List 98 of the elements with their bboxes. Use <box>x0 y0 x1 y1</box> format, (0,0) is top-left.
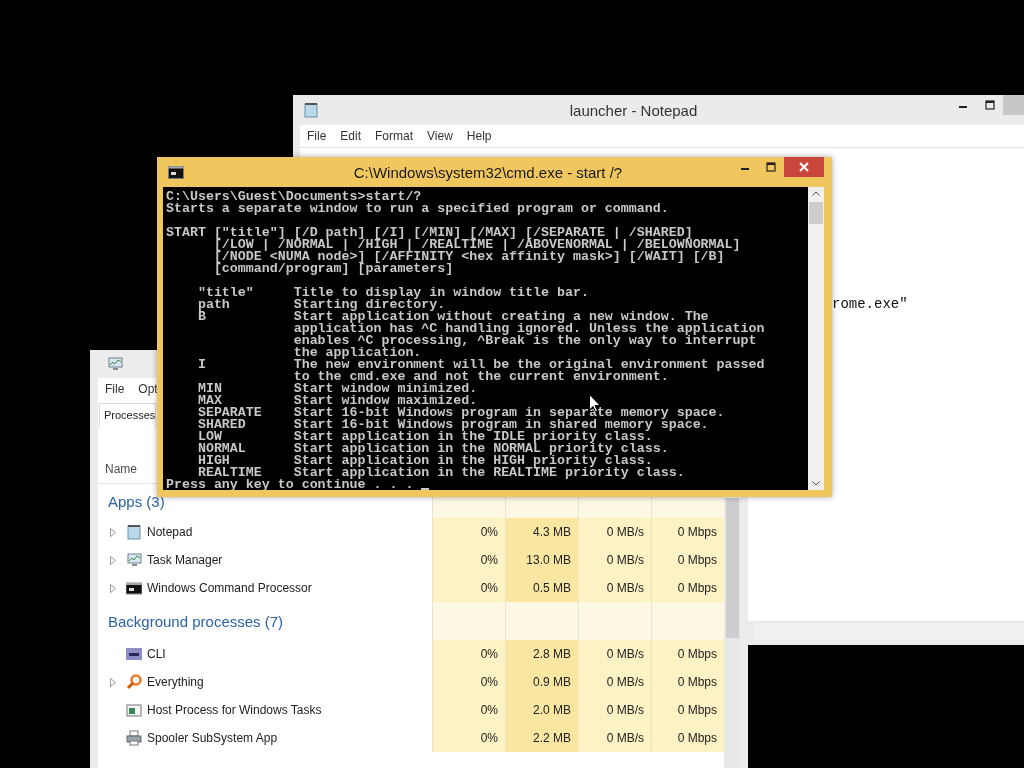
console-icon <box>126 580 142 596</box>
text-cursor-icon <box>421 488 430 490</box>
console-line: SHARED Start 16-bit Windows program in shared memory space. <box>196 419 709 431</box>
table-cell: 0 Mbps <box>651 574 724 602</box>
window-icon <box>126 702 142 718</box>
table-cell: 0 MB/s <box>578 518 651 546</box>
table-cell: 0 Mbps <box>651 546 724 574</box>
console-line: I The new environment will be the original environment passed <box>196 359 765 371</box>
tab[interactable]: Processes <box>99 403 157 427</box>
table-cell: 13.0 MB <box>505 546 578 574</box>
scrollbar-thumb[interactable] <box>726 498 739 638</box>
table-cell: 2.2 MB <box>505 724 578 752</box>
table-cell: 0 Mbps <box>651 668 724 696</box>
maximize-icon <box>984 100 995 110</box>
console-line: path Starting directory. <box>196 299 446 311</box>
table-cell: 2.0 MB <box>505 696 578 724</box>
menu-item[interactable]: Opt <box>138 382 158 396</box>
console-line: C:\Users\Guest\Documents>start/? <box>166 191 422 203</box>
process-name: CLI <box>147 647 166 661</box>
table-cell: 0 Mbps <box>651 518 724 546</box>
process-name: Notepad <box>147 525 193 539</box>
table-cell: 0% <box>432 696 505 724</box>
console-line: NORMAL Start application in the NORMAL priority class. <box>196 443 669 455</box>
console-line: Starts a separate window to run a specified program or command. <box>166 203 669 215</box>
group-heading: Background processes (7) <box>108 612 284 630</box>
table-cell: 0% <box>432 574 505 602</box>
monitor-icon <box>126 552 142 568</box>
console-icon <box>168 165 184 179</box>
console-line: the application. <box>292 347 422 359</box>
console-line: [/LOW | /NORMAL | /HIGH | /REALTIME | /ABOVENORMAL | /BELOWNORMAL] <box>212 239 741 251</box>
console-line: REALTIME Start application in the REALTIME priority class. <box>197 467 685 479</box>
table-cell: 0% <box>432 668 505 696</box>
table-cell: 0 MB/s <box>578 574 651 602</box>
table-cell: 0 MB/s <box>578 640 651 668</box>
table-cell: 0% <box>432 518 505 546</box>
close-icon <box>799 162 809 172</box>
console-line: "title" Title to display in window title bar. <box>196 287 589 299</box>
table-cell: 0 Mbps <box>651 724 724 752</box>
expand-arrow-icon[interactable] <box>110 583 116 593</box>
expand-arrow-icon[interactable] <box>110 555 116 565</box>
table-cell: 0% <box>432 724 505 752</box>
console-line: B Start application without creating a new window. The <box>196 311 709 323</box>
console-line: START ["title"] [/D path] [/I] [/MIN] [/MAX] [/SEPARATE | /SHARED] <box>166 227 693 239</box>
table-cell: 0.9 MB <box>505 668 578 696</box>
process-name: Everything <box>147 675 204 689</box>
process-name: Windows Command Processor <box>147 581 312 595</box>
window-title: launcher - Notepad <box>568 101 699 119</box>
scroll-down-icon[interactable] <box>812 481 820 486</box>
scrollbar[interactable] <box>724 498 741 768</box>
scroll-up-icon[interactable] <box>812 191 820 196</box>
group-heading: Apps (3) <box>108 492 165 510</box>
menu-item[interactable]: File <box>105 382 125 396</box>
menu-item[interactable]: Edit <box>340 129 362 143</box>
monitor-icon <box>107 356 124 372</box>
notepad-icon <box>304 102 318 118</box>
console-line: application has ^C handling ignored. Unless the application <box>292 323 765 335</box>
table-cell: 0 Mbps <box>651 696 724 724</box>
window-title: C:\Windows\system32\cmd.exe - start /? <box>352 163 624 181</box>
console-line: enables ^C processing, ^Break is the only way to interrupt <box>292 335 757 347</box>
console-line: MIN Start window minimized. <box>196 383 478 395</box>
table-cell: 0 Mbps <box>651 640 724 668</box>
table-cell: 0% <box>432 640 505 668</box>
console-line: LOW Start application in the IDLE priority class. <box>196 431 653 443</box>
console-line: [/NODE <NUMA node>] [/AFFINITY <hex affinity mask>] [/WAIT] [/B] <box>212 251 725 263</box>
printer-icon <box>126 730 142 746</box>
console-line: to the cmd.exe and not the current environment. <box>292 371 669 383</box>
console-line: HIGH Start application in the HIGH priority class. <box>196 455 653 467</box>
table-cell: 0 MB/s <box>578 668 651 696</box>
process-name: Spooler SubSystem App <box>147 731 278 745</box>
magnifier-icon <box>126 674 142 690</box>
php-icon <box>126 646 142 662</box>
process-name: Host Process for Windows Tasks <box>147 703 322 717</box>
console-line: MAX Start window maximized. <box>196 395 478 407</box>
console-line: Press any key to continue . . . <box>166 479 414 490</box>
menu-item[interactable]: Format <box>375 129 414 143</box>
text-line: rome.exe" <box>832 296 908 312</box>
scrollbar-thumb[interactable] <box>809 202 823 224</box>
table-cell: 0 MB/s <box>578 724 651 752</box>
table-cell: 4.3 MB <box>505 518 578 546</box>
maximize-icon <box>766 162 776 172</box>
menu-item[interactable]: File <box>307 129 327 143</box>
process-name: Task Manager <box>147 553 223 567</box>
close-button[interactable] <box>784 157 824 177</box>
expand-arrow-icon[interactable] <box>110 527 116 537</box>
table-cell: 0.5 MB <box>505 574 578 602</box>
scrollbar[interactable] <box>755 621 1024 640</box>
menu-item[interactable]: View <box>427 129 453 143</box>
table-cell: 0 MB/s <box>578 696 651 724</box>
column-header[interactable]: Name <box>105 462 137 476</box>
notepad-icon <box>126 524 142 540</box>
expand-arrow-icon[interactable] <box>110 677 116 687</box>
console-line: [command/program] [parameters] <box>212 263 454 275</box>
menu-item[interactable]: Help <box>466 129 492 143</box>
table-cell: 0% <box>432 546 505 574</box>
table-cell: 2.8 MB <box>505 640 578 668</box>
console-line: SEPARATE Start 16-bit Windows program in separate memory space. <box>196 407 725 419</box>
scrollbar[interactable] <box>808 187 824 490</box>
table-cell: 0 MB/s <box>578 546 651 574</box>
